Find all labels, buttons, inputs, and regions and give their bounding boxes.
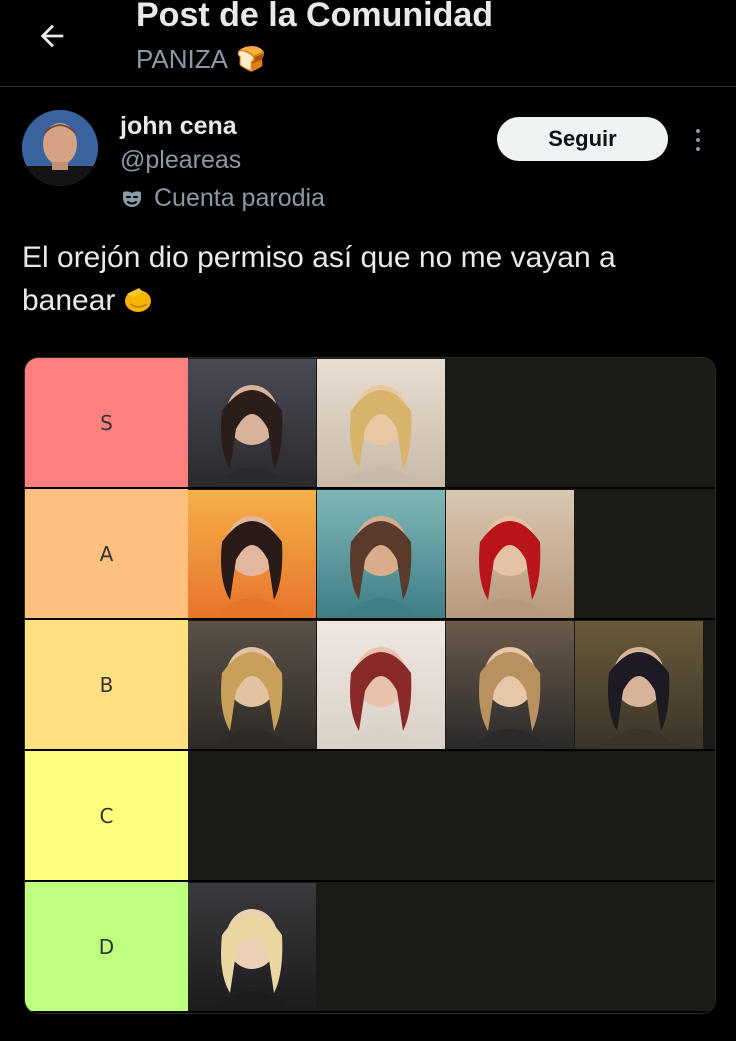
post-text: El orejón dio permiso así que no me vaya… <box>22 236 712 322</box>
avatar[interactable] <box>22 110 98 186</box>
page-title: Post de la Comunidad <box>136 0 494 34</box>
photo-woman-dark-hair[interactable] <box>188 359 316 487</box>
tier-label: C <box>25 751 188 880</box>
tier-label: A <box>25 489 188 618</box>
tier-label: B <box>25 620 188 749</box>
post-body: El orejón dio permiso así que no me vaya… <box>22 241 616 317</box>
parody-account-label: Cuenta parodia <box>120 184 325 213</box>
tier-label: D <box>25 882 188 1011</box>
tier-row: S <box>25 358 715 489</box>
photo-woman-red-hair[interactable] <box>317 621 445 749</box>
photo-woman-kimono[interactable] <box>575 621 703 749</box>
avatar-image <box>22 110 98 186</box>
follow-button[interactable]: Seguir <box>497 117 668 161</box>
tier-row: B <box>25 620 715 751</box>
photo-woman-gaming-chair[interactable] <box>188 883 316 1011</box>
tier-label: S <box>25 358 188 487</box>
photo-woman-beach[interactable] <box>317 490 445 618</box>
pointing-hand-icon <box>125 288 152 312</box>
tier-row: C <box>25 751 715 882</box>
photo-woman-elevator[interactable] <box>188 621 316 749</box>
tier-row: A <box>25 489 715 620</box>
community-name[interactable]: PANIZA 🍞 <box>136 44 266 75</box>
community-label: PANIZA <box>136 44 228 74</box>
photo-woman-blonde-mirror[interactable] <box>317 359 445 487</box>
parody-text: Cuenta parodia <box>154 184 325 212</box>
tier-list-image[interactable]: SABCD <box>24 357 716 1014</box>
author-handle[interactable]: @pleareas <box>120 146 241 175</box>
back-button[interactable] <box>30 14 74 58</box>
arrow-left-icon <box>40 24 64 48</box>
bread-icon: 🍞 <box>235 46 266 73</box>
tier-row: D <box>25 882 715 1013</box>
photo-woman-sunset[interactable] <box>188 490 316 618</box>
author-name[interactable]: john cena <box>120 112 237 141</box>
top-bar: Post de la Comunidad PANIZA 🍞 <box>0 0 736 87</box>
mask-icon <box>123 190 141 207</box>
more-options-icon[interactable] <box>684 122 712 158</box>
photo-woman-roses[interactable] <box>446 490 574 618</box>
photo-woman-car[interactable] <box>446 621 574 749</box>
